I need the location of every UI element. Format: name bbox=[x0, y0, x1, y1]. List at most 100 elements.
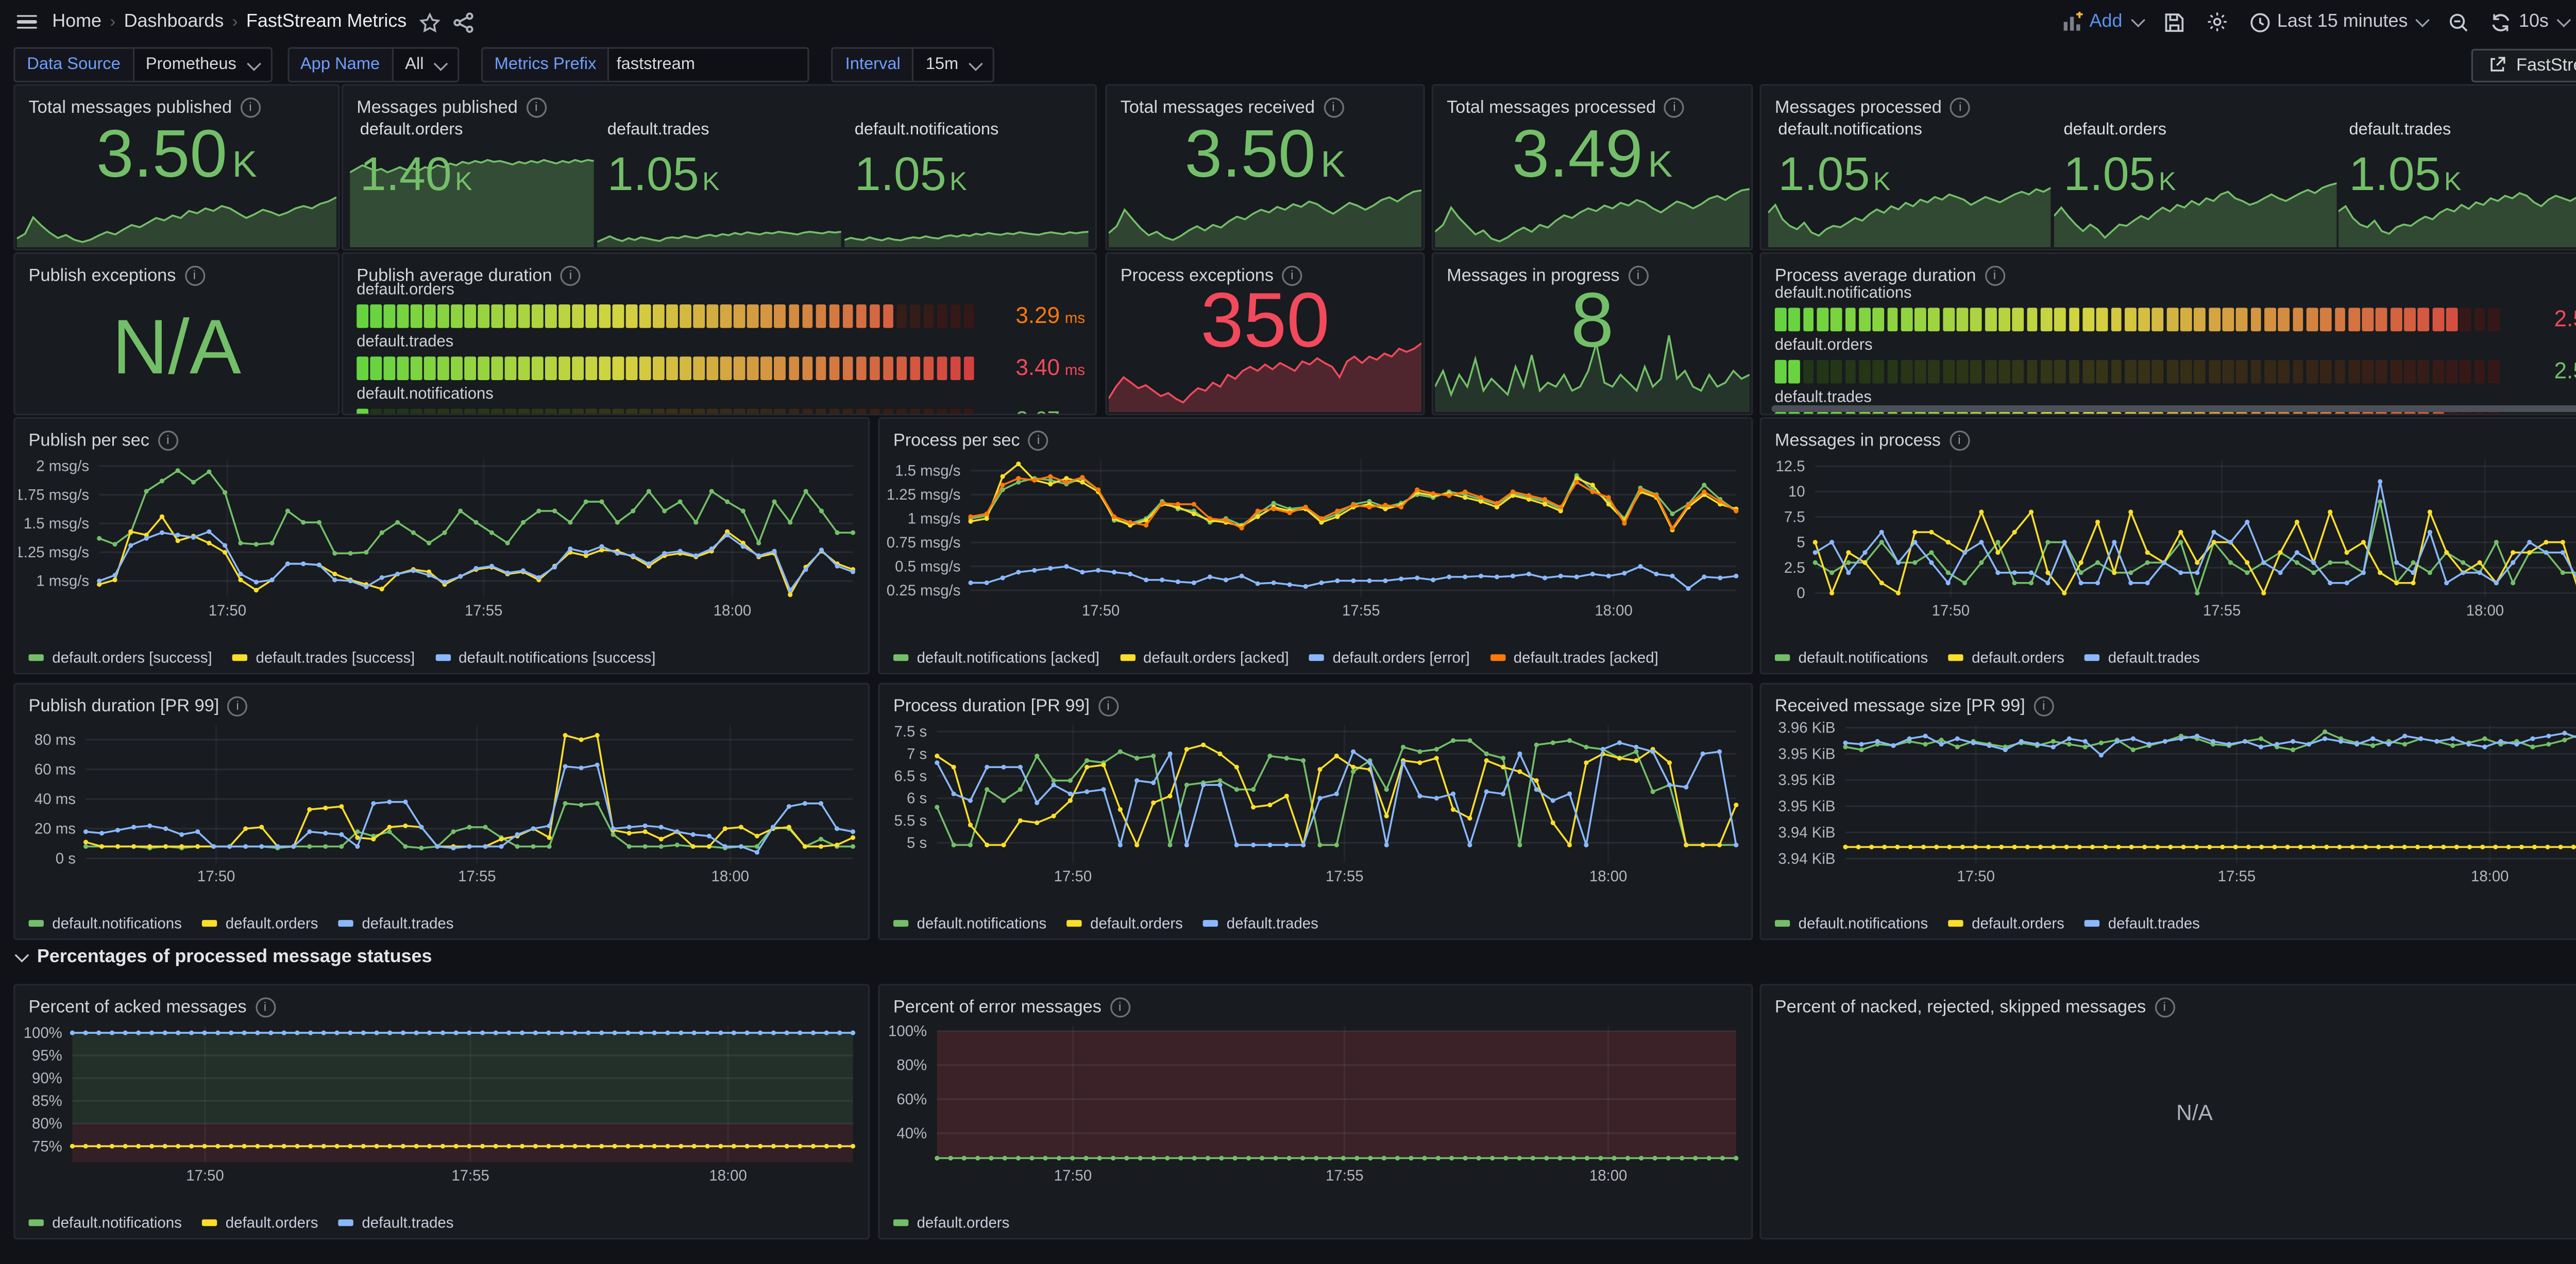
legend-item[interactable]: default.notifications bbox=[28, 914, 182, 931]
data-source-select[interactable]: Prometheus bbox=[132, 47, 272, 82]
timeseries-chart[interactable]: 3.94 KiB 3.94 KiB 3.95 KiB 3.95 KiB 3.95 KiB… bbox=[1765, 716, 2576, 885]
legend-item[interactable]: default.orders [error] bbox=[1309, 648, 1470, 665]
legend-item[interactable]: default.notifications [acked] bbox=[893, 648, 1099, 665]
info-icon[interactable]: i bbox=[526, 96, 547, 117]
app-name-select[interactable]: All bbox=[392, 47, 460, 82]
info-icon[interactable]: i bbox=[240, 96, 261, 117]
refresh-button[interactable]: 10s bbox=[2490, 11, 2571, 32]
timeseries-chart[interactable]: 0 2.5 5 7.5 10 12.5 17:50 17:55 18:00 bbox=[1765, 451, 2576, 619]
info-icon[interactable]: i bbox=[2154, 996, 2175, 1017]
info-icon[interactable]: i bbox=[1323, 96, 1344, 117]
metrics-prefix-input[interactable] bbox=[616, 55, 802, 74]
legend-item[interactable]: default.orders bbox=[1948, 914, 2064, 931]
row-section-header[interactable]: Percentages of processed message statuse… bbox=[13, 947, 432, 967]
legend-item[interactable]: default.notifications bbox=[893, 914, 1046, 931]
share-icon[interactable] bbox=[452, 11, 473, 32]
legend-item[interactable]: default.orders [success] bbox=[28, 648, 212, 665]
timeseries-chart[interactable]: 75% 80% 85% 90% 95% 100% 17:50 17:55 18:00 bbox=[19, 1018, 863, 1184]
panel-title[interactable]: Total messages published i bbox=[15, 86, 338, 122]
info-icon[interactable]: i bbox=[1110, 996, 1130, 1017]
info-icon[interactable]: i bbox=[227, 695, 248, 716]
panel-title[interactable]: Total messages received i bbox=[1107, 86, 1423, 122]
breadcrumb-dashboards[interactable]: Dashboards bbox=[124, 12, 224, 32]
panel-title[interactable]: Messages processed i bbox=[1761, 86, 2576, 122]
legend-item[interactable]: default.trades bbox=[2084, 914, 2200, 931]
timeseries-chart[interactable]: 0 s 20 ms 40 ms 60 ms 80 ms 17:50 17:55 18:00 bbox=[19, 716, 863, 885]
info-icon[interactable]: i bbox=[1949, 430, 1970, 450]
timeseries-chart[interactable]: 1 msg/s 1.25 msg/s 1.5 msg/s 1.75 msg/s 2 ms… bbox=[19, 451, 863, 619]
panel-title[interactable]: Total messages processed i bbox=[1433, 86, 1751, 122]
info-icon[interactable]: i bbox=[1028, 430, 1049, 450]
legend-item[interactable]: default.notifications bbox=[1774, 914, 1928, 931]
legend-item[interactable]: default.trades bbox=[338, 914, 454, 931]
star-icon[interactable] bbox=[418, 11, 440, 32]
legend-item[interactable]: default.trades bbox=[338, 1214, 454, 1231]
svg-text:1 msg/s: 1 msg/s bbox=[36, 573, 89, 590]
horizontal-scrollbar[interactable] bbox=[1771, 405, 2576, 412]
svg-text:3.94 KiB: 3.94 KiB bbox=[1778, 850, 1835, 867]
panel-total-messages-processed: Total messages processed i 3.49 K bbox=[1431, 84, 1753, 251]
timeseries-chart[interactable]: 0.25 msg/s 0.5 msg/s 0.75 msg/s 1 msg/s 1.25… bbox=[883, 451, 1746, 619]
legend-item[interactable]: default.orders bbox=[1948, 648, 2064, 665]
info-icon[interactable]: i bbox=[1282, 265, 1302, 285]
info-icon[interactable]: i bbox=[1098, 695, 1118, 716]
data-source-label: Data Source bbox=[13, 47, 132, 82]
settings-gear-icon[interactable] bbox=[2205, 10, 2228, 34]
panel-title[interactable]: Process per sec i bbox=[880, 419, 1751, 454]
info-icon[interactable]: i bbox=[255, 996, 276, 1017]
substat: default.notifications 1.05 K bbox=[1768, 111, 2054, 249]
stat-value: 3.50 K bbox=[96, 117, 257, 192]
panel-title[interactable]: Percent of nacked, rejected, skipped mes… bbox=[1761, 985, 2576, 1021]
panel-title[interactable]: Messages published i bbox=[343, 86, 1095, 122]
time-range-picker[interactable]: Last 15 minutes bbox=[2248, 11, 2430, 32]
zoom-out-icon[interactable] bbox=[2448, 11, 2470, 32]
panel-title[interactable]: Received message size [PR 99] i bbox=[1761, 685, 2576, 720]
legend-item[interactable]: default.notifications [success] bbox=[435, 648, 655, 665]
info-icon[interactable]: i bbox=[1628, 265, 1649, 285]
info-icon[interactable]: i bbox=[1664, 96, 1685, 117]
legend-item[interactable]: default.orders bbox=[893, 1214, 1009, 1231]
legend-item[interactable]: default.notifications bbox=[28, 1214, 182, 1231]
panel-title[interactable]: Publish exceptions i bbox=[15, 254, 338, 289]
panel-title[interactable]: Process average duration i bbox=[1761, 254, 2576, 289]
add-button[interactable]: Add bbox=[2062, 11, 2145, 32]
info-icon[interactable]: i bbox=[1984, 265, 2005, 285]
interval-select[interactable]: 15m bbox=[912, 47, 994, 82]
save-dashboard-icon[interactable] bbox=[2163, 11, 2184, 32]
svg-text:18:00: 18:00 bbox=[1589, 868, 1628, 885]
info-icon[interactable]: i bbox=[2033, 695, 2054, 716]
info-icon[interactable]: i bbox=[1950, 96, 1971, 117]
legend-item[interactable]: default.orders bbox=[1066, 914, 1183, 931]
panel-title[interactable]: Percent of acked messages i bbox=[15, 985, 868, 1021]
metrics-prefix-input-wrap bbox=[608, 47, 810, 82]
legend-item[interactable]: default.trades bbox=[2084, 648, 2200, 665]
legend-item[interactable]: default.orders bbox=[202, 1214, 318, 1231]
legend-item[interactable]: default.orders [acked] bbox=[1120, 648, 1289, 665]
timeseries-chart[interactable]: 5 s 5.5 s 6 s 6.5 s 7 s 7.5 s 17:50 17:55 18:00 bbox=[883, 716, 1746, 885]
info-icon[interactable]: i bbox=[560, 265, 581, 285]
panel-title[interactable]: Publish per sec i bbox=[15, 419, 868, 454]
gauge-value: 2.67ms bbox=[988, 407, 1085, 414]
legend-item[interactable]: default.trades bbox=[1203, 914, 1318, 931]
svg-text:0.5 msg/s: 0.5 msg/s bbox=[895, 558, 960, 575]
panel-title[interactable]: Percent of error messages i bbox=[880, 985, 1751, 1021]
legend-item[interactable]: default.trades [acked] bbox=[1490, 648, 1658, 665]
panel-title[interactable]: Publish duration [PR 99] i bbox=[15, 685, 868, 720]
menu-icon[interactable] bbox=[13, 11, 40, 33]
breadcrumb-home[interactable]: Home bbox=[52, 12, 101, 32]
panel-title[interactable]: Messages in process i bbox=[1761, 419, 2576, 454]
legend-item[interactable]: default.orders bbox=[202, 914, 318, 931]
faststream-link-button[interactable]: FastStream bbox=[2470, 48, 2576, 82]
panel-title[interactable]: Process exceptions i bbox=[1107, 254, 1423, 289]
panel-title[interactable]: Publish average duration i bbox=[343, 254, 1095, 289]
timeseries-chart[interactable]: 40% 60% 80% 100% 17:50 17:55 18:00 bbox=[883, 1018, 1746, 1184]
substat-value: 1.05 K bbox=[607, 148, 720, 200]
panel-title[interactable]: Process duration [PR 99] i bbox=[880, 685, 1751, 720]
panel-title[interactable]: Messages in progress i bbox=[1433, 254, 1751, 289]
legend-item[interactable]: default.trades [success] bbox=[232, 648, 415, 665]
info-icon[interactable]: i bbox=[184, 265, 205, 285]
legend-item[interactable]: default.notifications bbox=[1774, 648, 1928, 665]
interval-label: Interval bbox=[832, 47, 912, 82]
chart-legend: default.notifications default.orders defau… bbox=[893, 912, 1744, 933]
info-icon[interactable]: i bbox=[158, 430, 178, 450]
